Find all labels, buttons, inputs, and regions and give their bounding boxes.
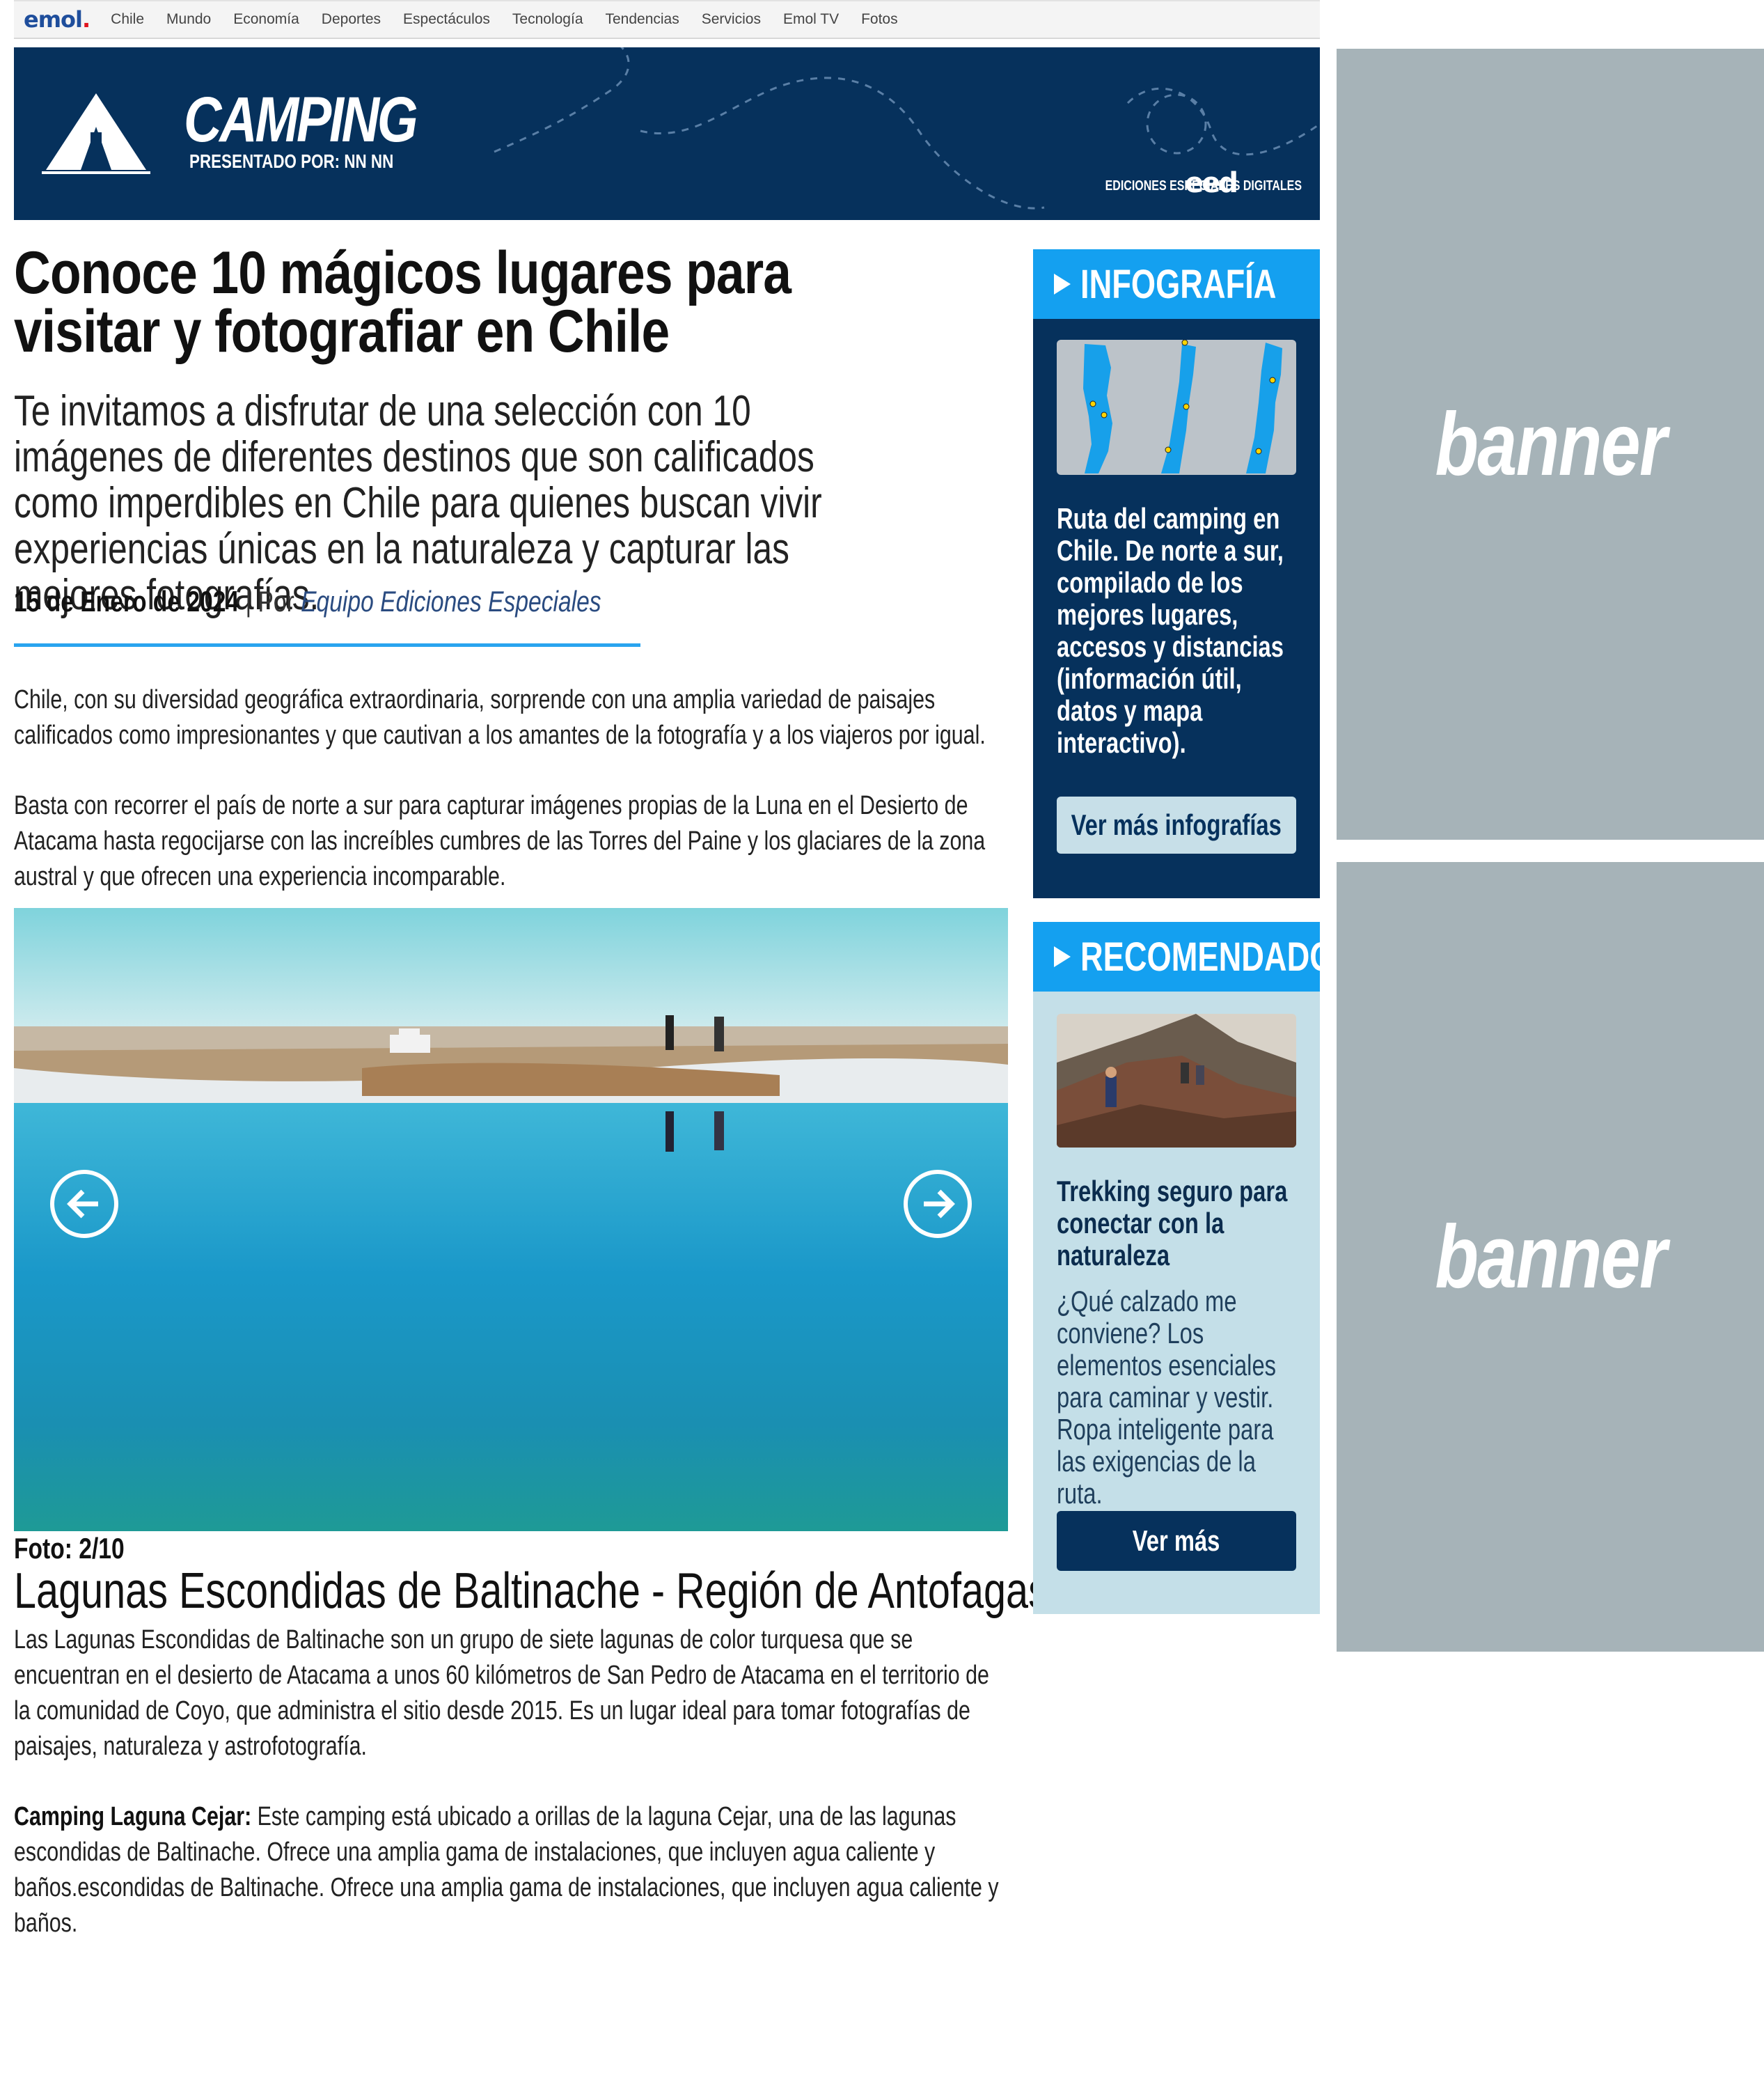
- nav-item-economia[interactable]: Economía: [233, 11, 299, 28]
- triangle-play-icon: [1054, 946, 1071, 967]
- recomendado-header: RECOMENDADO: [1033, 922, 1334, 992]
- publish-date: 15 de Enero de 2024: [14, 585, 239, 618]
- camping-header-banner: CAMPING PRESENTADO POR: NN NN eed EDICIO…: [14, 47, 1320, 220]
- arrow-right-icon: [924, 1189, 955, 1219]
- nav-item-tecnologia[interactable]: Tecnología: [512, 11, 583, 28]
- nav-item-servicios[interactable]: Servicios: [702, 11, 761, 28]
- more-infografias-button[interactable]: Ver más infografías: [1057, 797, 1296, 854]
- article-paragraph-2: Basta con recorrer el país de norte a su…: [14, 791, 986, 891]
- camping-description: Camping Laguna Cejar: Este camping está …: [14, 1799, 1011, 1941]
- nav-item-fotos[interactable]: Fotos: [861, 11, 898, 28]
- ver-mas-label: Ver más: [1133, 1524, 1220, 1557]
- camping-label: Camping Laguna Cejar:: [14, 1802, 252, 1831]
- recomendado-heading: RECOMENDADO: [1080, 934, 1334, 980]
- recomendado-title[interactable]: Trekking seguro para conectar con la nat…: [1057, 1175, 1296, 1271]
- emol-logo[interactable]: emol.: [24, 6, 90, 33]
- more-infografias-label: Ver más infografías: [1071, 808, 1282, 841]
- byline-separator: | Por: [239, 585, 301, 618]
- eed-label: EDICIONES ESPECIALES DIGITALES: [1105, 178, 1302, 194]
- article-paragraph-1: Chile, con su diversidad geográfica extr…: [14, 685, 986, 750]
- ad-banner-1[interactable]: banner: [1337, 49, 1764, 840]
- recomendado-text: ¿Qué calzado me conviene? Los elementos …: [1057, 1285, 1277, 1510]
- divider: [14, 643, 640, 647]
- infografia-map-thumbnail[interactable]: [1057, 340, 1296, 475]
- lagoon-image: [14, 908, 1008, 1531]
- recomendado-box: RECOMENDADO Trekking seguro para conecta…: [1033, 922, 1334, 1614]
- nav-item-mundo[interactable]: Mundo: [166, 11, 211, 28]
- tent-icon: [42, 93, 150, 174]
- banner-label-1: banner: [1435, 394, 1667, 494]
- presented-by: PRESENTADO POR: NN NN: [189, 150, 394, 172]
- nav-item-emol-tv[interactable]: Emol TV: [783, 11, 839, 28]
- gallery-prev-button[interactable]: [50, 1170, 118, 1238]
- arrow-left-icon: [67, 1189, 98, 1219]
- trekking-thumbnail[interactable]: [1057, 1014, 1296, 1148]
- gallery-photo: [14, 908, 1008, 1531]
- article-headline: Conoce 10 mágicos lugares para visitar y…: [14, 240, 792, 365]
- ad-banner-2[interactable]: banner: [1337, 862, 1764, 1652]
- article-subtitle: Te invitamos a disfrutar de una selecció…: [14, 387, 822, 619]
- section-title: CAMPING: [184, 84, 418, 155]
- nav-item-tendencias[interactable]: Tendencias: [606, 11, 679, 28]
- top-navigation: emol. Chile Mundo Economía Deportes Espe…: [14, 0, 1320, 39]
- article: Conoce 10 mágicos lugares para visitar y…: [14, 240, 1009, 891]
- nav-item-deportes[interactable]: Deportes: [322, 11, 381, 28]
- byline: 15 de Enero de 2024 | Por Equipo Edicion…: [14, 585, 601, 618]
- photo-description: Las Lagunas Escondidas de Baltinache son…: [14, 1625, 989, 1761]
- ver-mas-button[interactable]: Ver más: [1057, 1511, 1296, 1571]
- infografia-heading: INFOGRAFÍA: [1080, 261, 1277, 307]
- infografia-header: INFOGRAFÍA: [1033, 249, 1320, 319]
- banner-label-2: banner: [1435, 1207, 1667, 1307]
- infografia-box: INFOGRAFÍA Ruta del camping en Chile. De…: [1033, 249, 1320, 898]
- chile-map-image: [1083, 340, 1282, 473]
- nav-item-chile[interactable]: Chile: [111, 11, 144, 28]
- triangle-play-icon: [1054, 274, 1071, 295]
- trekking-image: [1057, 1014, 1296, 1148]
- photo-counter: Foto: 2/10: [14, 1532, 125, 1565]
- gallery-next-button[interactable]: [904, 1170, 972, 1238]
- nav-item-espectaculos[interactable]: Espectáculos: [403, 11, 490, 28]
- infografia-text: Ruta del camping en Chile. De norte a su…: [1057, 502, 1284, 759]
- author-link[interactable]: Equipo Ediciones Especiales: [301, 585, 601, 618]
- photo-title: Lagunas Escondidas de Baltinache - Regió…: [14, 1563, 1082, 1619]
